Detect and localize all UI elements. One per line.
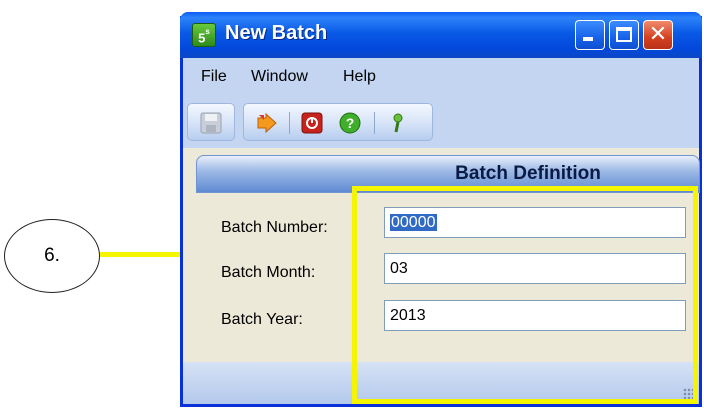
minimize-icon: [583, 37, 593, 41]
key-icon[interactable]: [386, 112, 408, 134]
toolbar: ?: [183, 98, 699, 148]
app-icon[interactable]: 5s: [192, 23, 216, 47]
window-title: New Batch: [225, 22, 328, 44]
minimize-button[interactable]: [575, 20, 605, 50]
help-icon[interactable]: ?: [339, 112, 361, 134]
svg-text:?: ?: [346, 115, 355, 131]
toolbar-group-actions: ?: [243, 103, 433, 141]
batch-number-label: Batch Number:: [221, 219, 328, 236]
toolbar-separator: [374, 112, 375, 134]
save-icon[interactable]: [200, 112, 222, 134]
stop-icon[interactable]: [301, 112, 323, 134]
menu-window[interactable]: Window: [251, 68, 308, 86]
highlight-box: [352, 186, 698, 404]
title-bar[interactable]: 5s New Batch ✕: [180, 12, 702, 58]
section-title: Batch Definition: [455, 163, 601, 184]
toolbar-group-save: [187, 103, 235, 141]
toolbar-separator: [289, 112, 290, 134]
close-button[interactable]: ✕: [643, 20, 673, 50]
close-icon: ✕: [648, 22, 668, 47]
batch-month-label: Batch Month:: [221, 264, 316, 281]
maximize-button[interactable]: [609, 20, 639, 50]
batch-year-label: Batch Year:: [221, 311, 303, 328]
callout-label: 6.: [44, 245, 60, 266]
menu-help[interactable]: Help: [343, 68, 376, 86]
maximize-icon: [616, 27, 632, 42]
menu-bar: File Window Help: [183, 58, 699, 98]
menu-file[interactable]: File: [201, 68, 227, 86]
arrow-icon[interactable]: [256, 112, 278, 134]
callout-circle: 6.: [4, 219, 100, 293]
